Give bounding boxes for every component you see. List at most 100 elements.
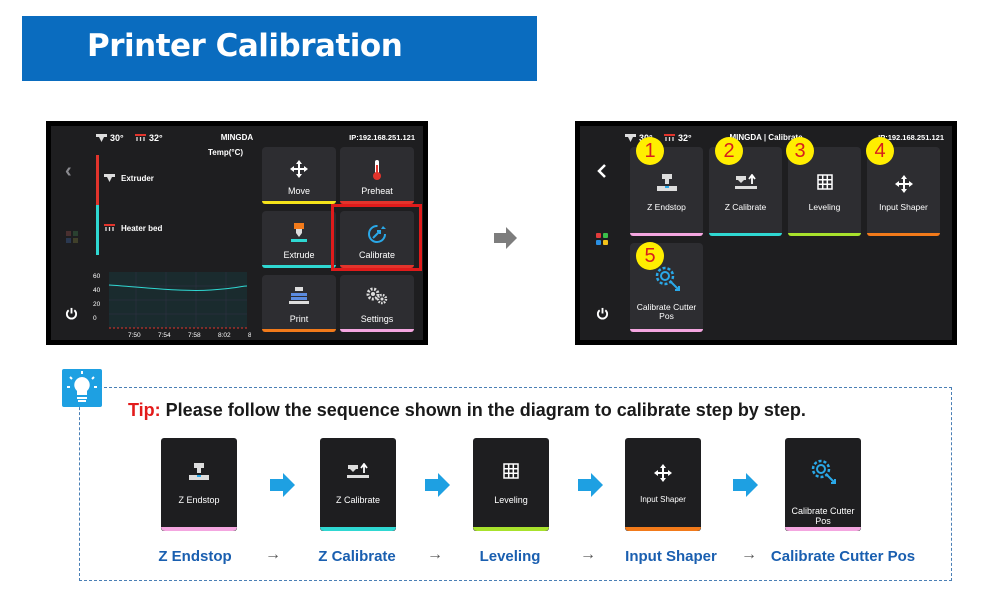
app-grid-icon[interactable] — [596, 233, 608, 245]
seq-underline — [473, 527, 549, 531]
tip-key: Tip: — [128, 400, 161, 420]
move-arrows-icon — [654, 464, 672, 482]
preheat-label: Preheat — [361, 186, 393, 196]
blue-arrow-icon — [733, 473, 758, 497]
z-calibrate-icon — [347, 463, 369, 478]
extruder-label: Extruder — [121, 174, 154, 183]
status-bar: 30° 32° MINGDA IP:192.168.251.121 — [51, 126, 423, 148]
chart-y-tick-label: 60 — [93, 273, 101, 280]
z-endstop-label: Z Endstop — [647, 202, 686, 212]
chart-x-tick-label: 7:50 — [128, 332, 141, 339]
z-calibrate-icon — [734, 174, 757, 189]
tip-message: Please follow the sequence shown in the … — [160, 400, 806, 420]
status-bar: 30° 32° MINGDA | Calibrate IP:192.168.25… — [580, 126, 952, 148]
z-calibrate-label: Z Calibrate — [724, 202, 767, 212]
seq-tile-leveling: Leveling — [473, 438, 549, 531]
seq-tile-label: Calibrate Cutter Pos — [791, 506, 855, 526]
next-step-arrow-icon — [494, 227, 517, 249]
extrude-button[interactable]: Extrude — [262, 211, 336, 268]
step-badge-1: 1 — [636, 137, 664, 165]
seq-tile-label: Input Shaper — [640, 495, 686, 504]
settings-underline — [340, 329, 414, 332]
leveling-underline — [788, 233, 861, 236]
seq-tile-calibrate-cutter-pos: Calibrate Cutter Pos — [785, 438, 861, 531]
title-banner: Printer Calibration — [22, 16, 537, 81]
move-underline — [262, 201, 336, 204]
gears-icon — [366, 287, 388, 305]
seq-underline — [785, 527, 861, 531]
print-underline — [262, 329, 336, 332]
seq-label-z-calibrate: Z Calibrate — [318, 548, 396, 565]
grid-mesh-icon — [503, 463, 519, 479]
grid-mesh-icon — [816, 174, 833, 190]
chart-x-tick-label: 8:06 — [248, 332, 251, 339]
seq-tile-z-endstop: Z Endstop — [161, 438, 237, 531]
blue-arrow-icon — [270, 473, 295, 497]
extruder-bar — [96, 155, 99, 205]
preheat-button[interactable]: Preheat — [340, 147, 414, 204]
move-button[interactable]: Move — [262, 147, 336, 204]
calibrate-menu-screen: 30° 32° MINGDA | Calibrate IP:192.168.25… — [575, 121, 957, 345]
seq-separator: → — [580, 546, 596, 563]
seq-label-z-endstop: Z Endstop — [158, 548, 232, 565]
seq-label-leveling: Leveling — [479, 548, 541, 565]
back-chevron-icon[interactable] — [597, 164, 607, 178]
blue-arrow-icon — [578, 473, 603, 497]
chart-x-tick-label: 7:58 — [188, 332, 201, 339]
step-badge-5: 5 — [636, 242, 664, 270]
calibrate-cutter-pos-underline — [630, 329, 703, 332]
heater-bed-bar — [96, 205, 99, 255]
chart-y-tick-label: 40 — [93, 287, 101, 294]
extruder-icon — [291, 223, 307, 242]
seq-underline — [625, 527, 701, 531]
seq-tile-label: Z Calibrate — [335, 495, 380, 505]
seq-tile-label: Z Endstop — [178, 495, 220, 505]
chart-x-tick-label: 8:02 — [218, 332, 231, 339]
extrude-underline — [262, 265, 336, 268]
nozzle-icon — [104, 174, 115, 182]
heater-bed-row: Heater bed 32 — [96, 205, 272, 255]
power-icon[interactable] — [596, 307, 609, 320]
print-label: Print — [289, 314, 309, 324]
app-grid-icon[interactable] — [66, 231, 78, 243]
temperature-chart: 60 40 20 0 7:50 7:54 7:58 8:02 8:06 — [93, 272, 251, 339]
step-badge-3: 3 — [786, 137, 814, 165]
extrude-label: Extrude — [283, 250, 315, 260]
seq-separator: → — [741, 546, 757, 563]
print-button[interactable]: Print — [262, 275, 336, 332]
seq-label-calibrate-cutter-pos: Calibrate Cutter Pos — [770, 548, 916, 565]
seq-tile-input-shaper: Input Shaper — [625, 438, 701, 531]
z-endstop-icon — [656, 174, 677, 191]
z-calibrate-underline — [709, 233, 782, 236]
seq-label-input-shaper: Input Shaper — [625, 548, 717, 565]
z-endstop-icon — [189, 463, 209, 480]
seq-underline — [320, 527, 396, 531]
settings-button[interactable]: Settings — [340, 275, 414, 332]
calibrate-cutter-pos-label: Calibrate Cutter Pos — [636, 302, 697, 321]
chart-y-tick-label: 0 — [93, 315, 97, 322]
step-badge-2: 2 — [715, 137, 743, 165]
tip-text: Tip: Please follow the sequence shown in… — [128, 400, 806, 421]
back-chevron-icon[interactable]: ‹ — [65, 160, 72, 183]
seq-tile-z-calibrate: Z Calibrate — [320, 438, 396, 531]
cutter-gear-icon — [811, 459, 836, 484]
lightbulb-icon — [62, 369, 102, 407]
z-endstop-underline — [630, 233, 703, 236]
page-title: Printer Calibration — [87, 28, 403, 64]
heater-bed-icon — [104, 224, 115, 231]
calibrate-highlight-box — [331, 204, 422, 271]
extruder-row: Extruder 30 — [96, 155, 272, 205]
seq-tile-label: Leveling — [494, 495, 528, 505]
chart-y-tick-label: 20 — [93, 301, 101, 308]
move-arrows-icon — [290, 160, 308, 178]
heater-bed-label: Heater bed — [121, 224, 163, 233]
step-badge-4: 4 — [866, 137, 894, 165]
print-icon — [289, 287, 309, 304]
blue-arrow-icon — [425, 473, 450, 497]
input-shaper-label: Input Shaper — [879, 202, 928, 212]
seq-separator: → — [427, 546, 443, 563]
leveling-label: Leveling — [808, 202, 841, 212]
power-icon[interactable] — [65, 307, 78, 320]
thermometer-icon — [373, 160, 381, 180]
ip-address: IP:192.168.251.121 — [349, 133, 415, 142]
